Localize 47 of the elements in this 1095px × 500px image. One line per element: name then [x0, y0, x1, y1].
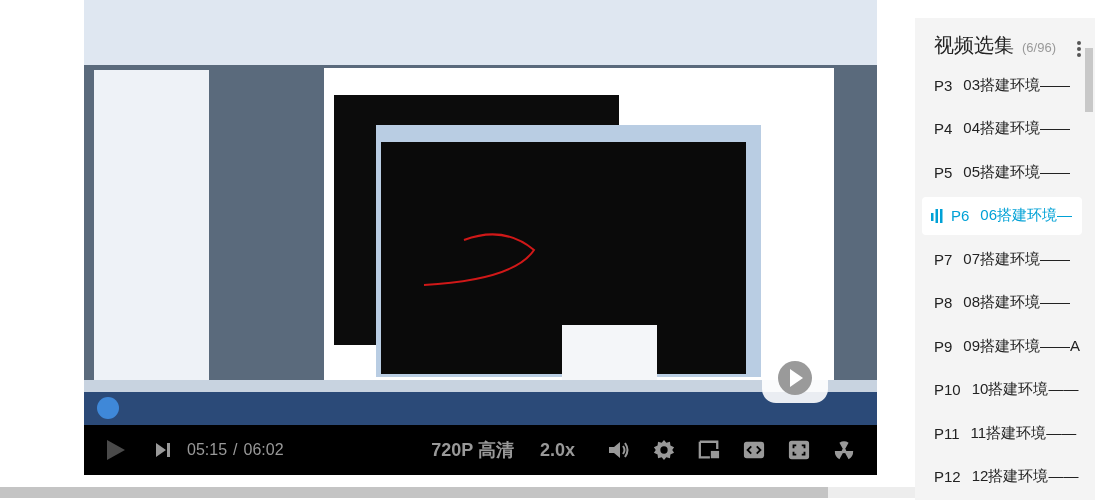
scrollbar-thumb[interactable] [1085, 48, 1093, 112]
episode-title: 04搭建环境—— [963, 119, 1071, 138]
picture-in-picture-icon[interactable] [698, 439, 720, 461]
episode-count: (6/96) [1022, 40, 1056, 55]
total-time: 06:02 [243, 441, 284, 459]
current-time: 05:15 [187, 441, 228, 459]
episode-number: P8 [934, 294, 953, 311]
episode-item[interactable]: P11 11搭建环境—— [915, 414, 1082, 452]
episode-item[interactable]: P7 07搭建环境—— [915, 240, 1082, 278]
episode-title: 12搭建环境—— [971, 467, 1079, 486]
playlist-title: 视频选集 [934, 33, 1014, 58]
fullscreen-icon[interactable] [788, 439, 810, 461]
episode-item[interactable]: P4 04搭建环境—— [915, 109, 1082, 148]
episode-number: P3 [934, 76, 953, 94]
volume-icon[interactable] [608, 439, 630, 461]
episode-number: P12 [934, 468, 961, 485]
episode-number: P11 [934, 424, 960, 442]
episode-number: P9 [934, 337, 953, 355]
episode-item[interactable]: P9 09搭建环境——A [915, 327, 1083, 365]
speed-button[interactable]: 2.0x [539, 439, 575, 461]
episode-title: 08搭建环境—— [963, 293, 1071, 312]
radiation-icon[interactable] [833, 439, 855, 461]
episode-item[interactable]: P8 08搭建环境—— [915, 283, 1082, 322]
episode-number: P4 [934, 120, 953, 137]
next-icon[interactable] [155, 442, 171, 458]
episode-title: 03搭建环境—— [963, 75, 1071, 95]
playing-icon [931, 207, 943, 224]
episode-item[interactable]: P3 03搭建环境—— [915, 66, 1082, 104]
episode-number: P5 [934, 163, 953, 181]
more-icon[interactable] [1077, 41, 1081, 57]
episode-title: 10搭建环境—— [971, 380, 1079, 399]
episode-title: 05搭建环境—— [963, 162, 1071, 182]
episode-number: P6 [951, 207, 970, 224]
episode-number: P7 [934, 250, 953, 268]
episode-title: 07搭建环境—— [963, 249, 1071, 269]
episode-title: 06搭建环境— [980, 206, 1073, 225]
episode-item[interactable]: P5 05搭建环境—— [915, 153, 1082, 191]
episode-item[interactable]: P10 10搭建环境—— [915, 370, 1082, 409]
quality-button[interactable]: 720P 高清 [431, 438, 514, 462]
time-separator: / [233, 441, 238, 459]
episode-title: 09搭建环境——A [963, 336, 1081, 356]
horizontal-scrollbar[interactable] [0, 487, 915, 498]
episode-number: P10 [934, 381, 961, 398]
episode-item[interactable]: P12 12搭建环境—— [915, 457, 1082, 496]
episode-title: 11搭建环境—— [970, 423, 1077, 443]
widescreen-icon[interactable] [743, 439, 765, 461]
settings-icon[interactable] [653, 439, 675, 461]
